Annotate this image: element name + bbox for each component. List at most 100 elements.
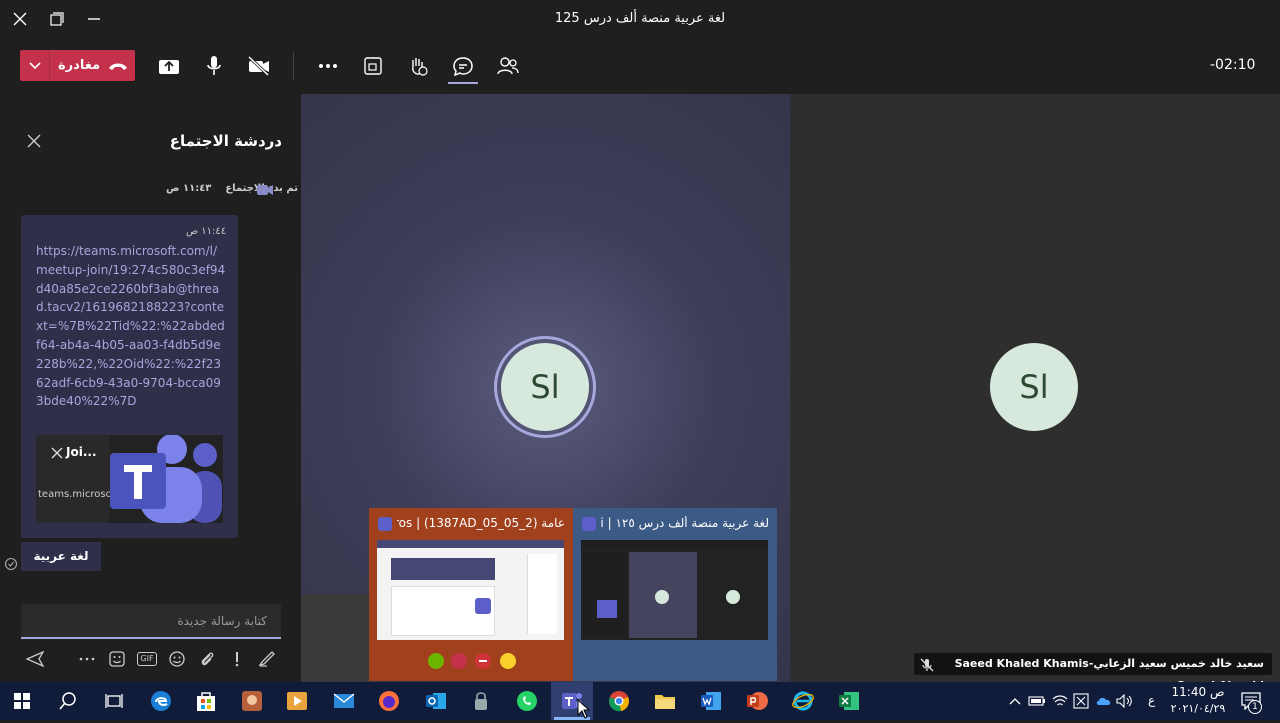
raise-hand-button[interactable] [405, 54, 431, 78]
more-dots-icon [319, 64, 337, 68]
taskbar-preview-window-active[interactable]: لغة عربية منصة ألف درس ١٢٥ | Mi... [573, 508, 777, 681]
chrome-app[interactable] [604, 686, 634, 716]
clock-time[interactable]: 11:40 ص [1168, 685, 1228, 699]
priority-button[interactable] [226, 648, 248, 670]
participant-name-label: سعيد خالد خميس سعيد الزعابي-Saeed Khaled… [914, 653, 1272, 692]
mouse-cursor [577, 698, 593, 719]
self-view-tile[interactable] [301, 594, 371, 682]
exclamation-icon [235, 652, 239, 667]
ie-icon [792, 691, 814, 711]
firefox-icon [379, 691, 399, 711]
word-icon [701, 692, 721, 710]
avatar: Sl [501, 343, 589, 431]
gif-button[interactable]: GIF [136, 648, 158, 670]
chevron-down-icon[interactable] [20, 50, 50, 81]
status-available-icon[interactable] [428, 653, 444, 669]
close-icon [27, 134, 41, 148]
sticker-button[interactable] [106, 648, 128, 670]
file-explorer-app[interactable] [650, 686, 680, 716]
sticker-icon [109, 651, 125, 667]
compose-message-input[interactable]: كتابة رسالة جديدة [21, 604, 281, 639]
status-busy-icon[interactable] [451, 653, 467, 669]
participants-icon [497, 57, 519, 75]
close-icon [13, 12, 27, 26]
emoji-button[interactable] [166, 648, 188, 670]
notification-badge: 1 [1248, 700, 1262, 714]
seen-check-icon [4, 556, 18, 571]
breakout-rooms-button[interactable] [360, 54, 386, 78]
chat-panel-title: دردشة الاجتماع [169, 132, 282, 150]
maximize-window-button[interactable] [46, 8, 68, 30]
search-button[interactable] [53, 686, 83, 716]
share-tray-button[interactable] [156, 54, 182, 78]
meeting-timer: -02:10 [1210, 57, 1256, 73]
chrome-icon [609, 691, 629, 712]
excel-app[interactable] [834, 686, 864, 716]
send-icon [26, 651, 44, 667]
emoji-icon [169, 651, 185, 667]
firefox-app[interactable] [374, 686, 404, 716]
chevron-up-icon [1009, 698, 1021, 705]
lock-app[interactable] [466, 686, 496, 716]
avatar: Sl [990, 343, 1078, 431]
battery-icon [1028, 696, 1045, 706]
teams-app-icon [378, 517, 392, 531]
close-icon [51, 447, 63, 459]
folder-icon [655, 695, 675, 709]
store-app[interactable] [191, 686, 221, 716]
more-dots-icon [79, 657, 95, 661]
window-title: لغة عربية منصة ألف درس 125 [554, 11, 726, 26]
photo-app-icon [242, 691, 262, 711]
start-button[interactable] [7, 686, 37, 716]
task-view-button[interactable] [99, 686, 129, 716]
mail-icon [333, 693, 355, 708]
more-options-button[interactable] [76, 648, 98, 670]
message-timestamp: ١١:٤٤ ص [186, 226, 227, 237]
input-language[interactable]: ع [1148, 693, 1155, 707]
more-actions-button[interactable] [315, 54, 341, 78]
edge-app[interactable] [146, 686, 176, 716]
microphone-button[interactable] [201, 54, 227, 78]
leave-button[interactable]: مغادرة [20, 50, 135, 81]
show-conversation-button[interactable] [450, 54, 476, 78]
taskbar-preview-window[interactable]: عامة (1387AD_05_05_2) | Micros... [369, 508, 573, 681]
word-app[interactable] [696, 686, 726, 716]
close-chat-button[interactable] [24, 131, 44, 151]
teams-logo-image [110, 434, 223, 523]
rooms-icon [364, 57, 382, 75]
preview-thumbnail [377, 540, 564, 640]
task-view-icon [105, 694, 123, 708]
preview-title: لغة عربية منصة ألف درس ١٢٥ | Mi... [601, 516, 769, 530]
clock-date[interactable]: ٢٠٢١/٠٤/٢٩ [1168, 702, 1228, 715]
outlook-icon [426, 693, 446, 709]
attach-button[interactable] [196, 648, 218, 670]
teams-logo-icon [110, 434, 222, 523]
powerpoint-icon [747, 692, 768, 710]
photo-app[interactable] [237, 686, 267, 716]
mail-app[interactable] [329, 686, 359, 716]
format-button[interactable] [256, 648, 278, 670]
camera-off-icon [247, 56, 270, 76]
minimize-window-button[interactable] [83, 8, 105, 30]
mic-muted-icon [920, 657, 934, 672]
preview-card-host: teams.microsoft.... [38, 489, 132, 500]
close-window-button[interactable] [9, 8, 31, 30]
media-player-app[interactable] [282, 686, 312, 716]
windows-logo-icon [14, 693, 30, 709]
channel-tag[interactable]: لغة عربية [21, 542, 101, 571]
status-dnd-icon[interactable] [475, 653, 491, 669]
camera-off-button[interactable] [246, 54, 272, 78]
microphone-icon [207, 56, 221, 75]
participants-button[interactable] [495, 54, 521, 78]
dismiss-preview-button[interactable] [50, 445, 64, 459]
outlook-app[interactable] [421, 686, 451, 716]
volume-indicator[interactable] [1110, 686, 1140, 716]
lock-icon [475, 692, 487, 710]
powerpoint-app[interactable] [742, 686, 772, 716]
whatsapp-app[interactable] [512, 686, 542, 716]
meeting-join-link[interactable]: https://teams.microsoft.com/l/meetup-joi… [36, 242, 226, 411]
speaker-icon [1116, 694, 1132, 708]
internet-explorer-app[interactable] [788, 686, 818, 716]
status-away-icon[interactable] [500, 653, 516, 669]
send-button[interactable] [24, 648, 46, 670]
